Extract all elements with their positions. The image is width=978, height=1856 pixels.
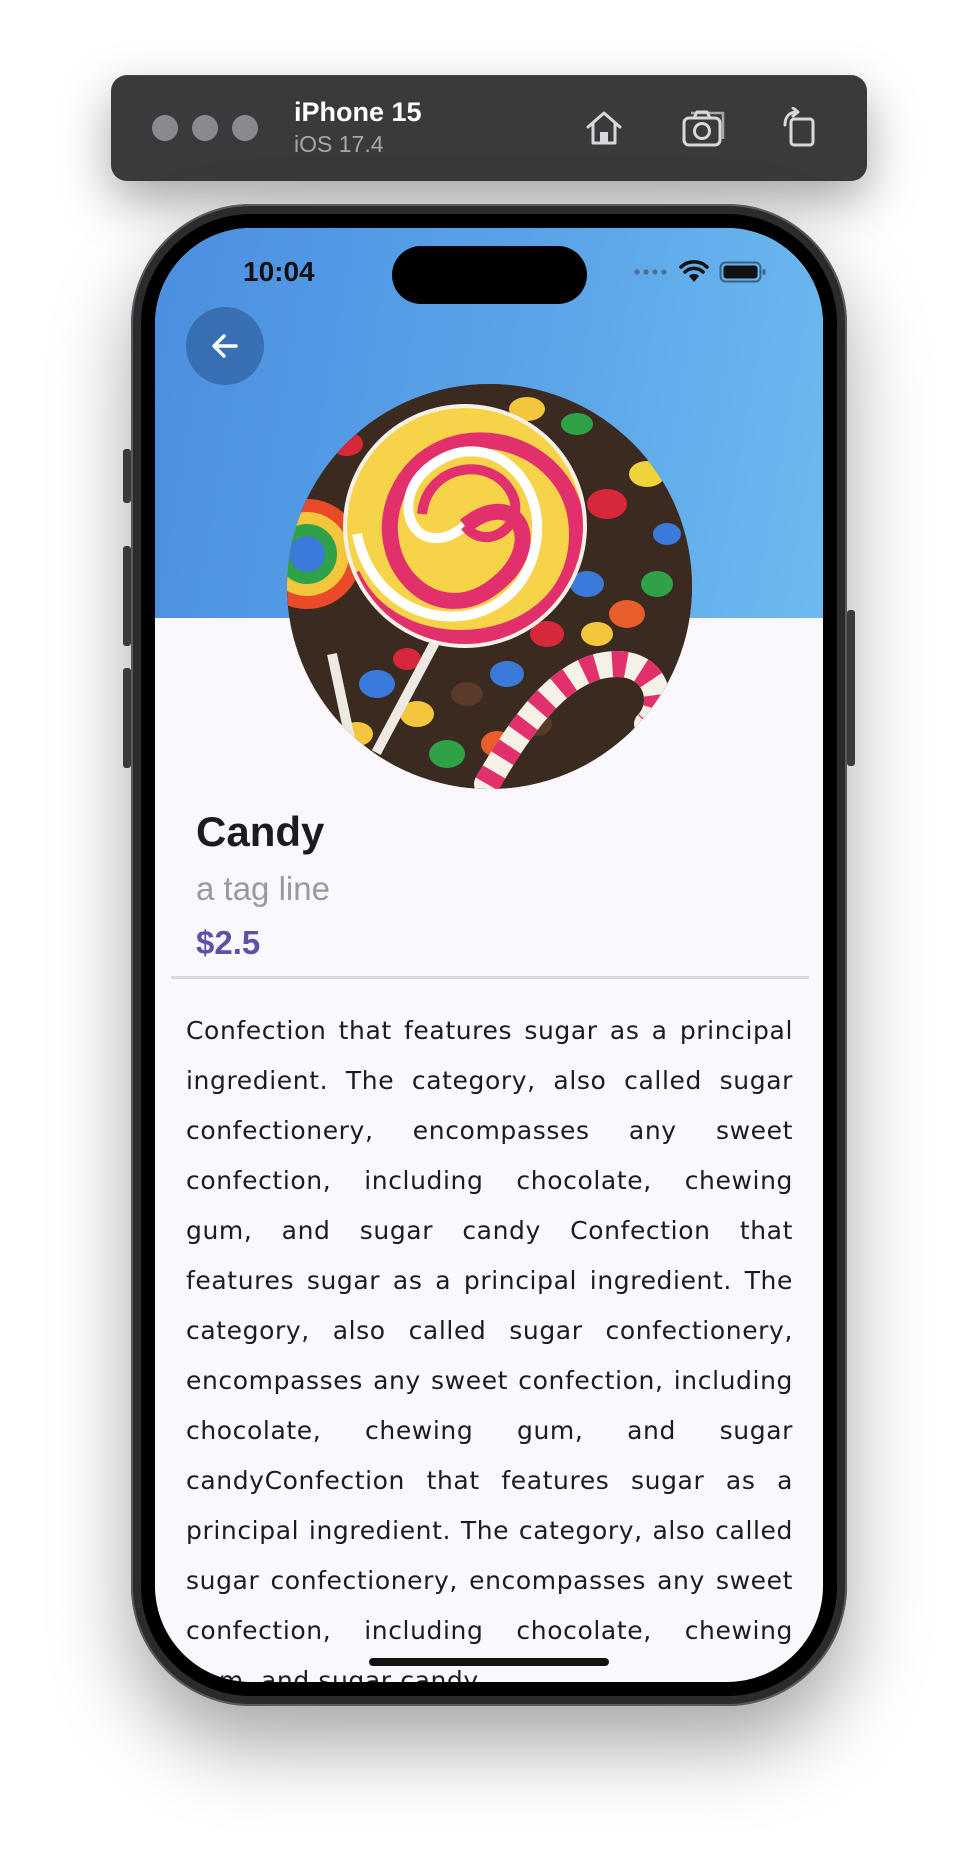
app-screen: 10:04 Candy a tag line $2.5 Confection t… [155,228,823,1682]
wifi-icon [679,260,709,282]
simulator-toolbar: iPhone 15 iOS 17.4 [111,75,867,181]
rotate-icon [783,107,815,147]
back-button[interactable] [186,307,264,385]
volume-down-button [123,668,131,768]
device-name: iPhone 15 [294,97,422,127]
volume-up-button [123,546,131,646]
candy-photo [287,384,692,789]
action-button [123,449,131,503]
home-indicator[interactable] [369,1658,609,1666]
os-version: iOS 17.4 [294,131,384,157]
dynamic-island [392,246,587,304]
screenshot-icon [682,110,725,147]
home-icon [586,111,622,145]
home-button[interactable] [579,103,629,153]
window-minimize-dot[interactable] [192,115,218,141]
product-image [287,384,692,789]
window-zoom-dot[interactable] [232,115,258,141]
divider [171,976,809,979]
power-button [847,610,855,766]
product-name: Candy [196,808,325,855]
signal-dots-icon [634,269,667,275]
product-description: Confection that features sugar as a prin… [186,1016,793,1682]
product-tagline: a tag line [196,870,330,907]
arrow-left-icon [212,334,238,358]
product-price: $2.5 [196,924,261,961]
window-close-dot[interactable] [152,115,178,141]
status-icons [633,260,767,284]
battery-icon [719,261,766,283]
rotate-button[interactable] [775,103,825,153]
status-time: 10:04 [243,256,315,287]
screenshot-button[interactable] [679,103,729,153]
